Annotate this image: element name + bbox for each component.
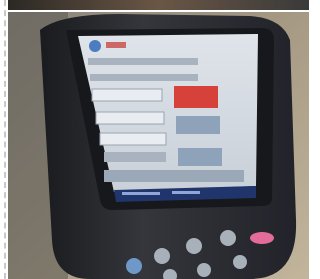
keypad-key — [154, 248, 170, 264]
screen-field — [99, 132, 167, 146]
screen-field — [95, 111, 165, 125]
top-strip — [8, 0, 309, 10]
keypad-key — [220, 230, 236, 246]
keypad-key — [186, 238, 202, 254]
screen-row — [90, 74, 198, 81]
screen-field — [91, 88, 163, 102]
keypad-key — [233, 255, 247, 269]
keypad-key — [197, 263, 211, 277]
screen-row — [104, 152, 166, 162]
keypad-key — [250, 232, 274, 244]
taskbar-item — [122, 192, 160, 195]
keypad-key — [126, 258, 142, 274]
header-mark — [106, 42, 126, 48]
photo-frame — [0, 0, 309, 279]
screen-row — [104, 170, 244, 182]
taskbar-item — [172, 191, 200, 194]
blue-field — [178, 148, 222, 166]
app-logo-icon — [89, 40, 101, 52]
red-button — [174, 86, 218, 108]
screen-row — [88, 58, 198, 65]
blue-field — [176, 116, 220, 134]
photo — [8, 0, 309, 279]
